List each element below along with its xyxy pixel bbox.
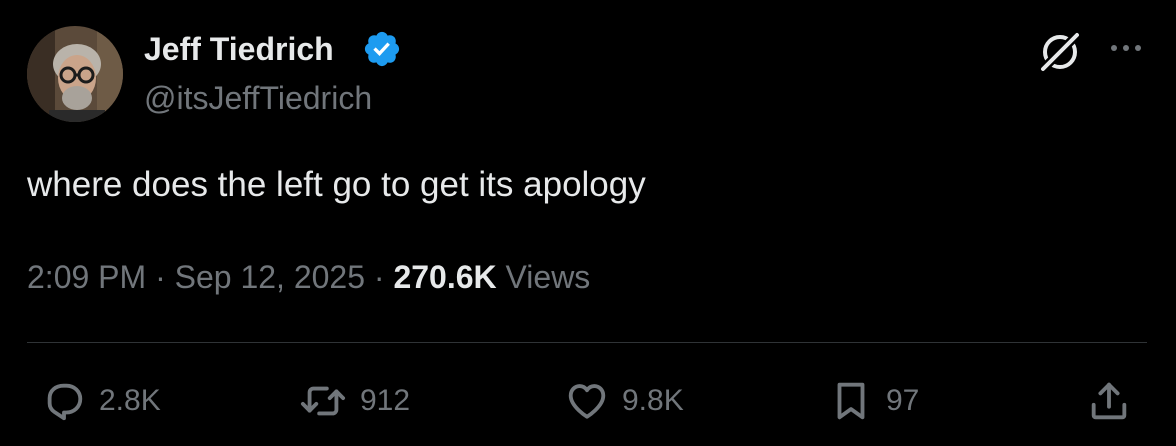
like-button[interactable]: 9.8K [564,378,684,424]
bookmark-button[interactable]: 97 [828,378,919,424]
meta-separator: · [155,259,166,295]
avatar[interactable] [27,26,123,122]
bookmark-icon [837,382,865,420]
reply-count: 2.8K [99,384,161,417]
views-count[interactable]: 270.6K [393,259,496,295]
reply-icon [47,383,83,421]
tweet-time[interactable]: 2:09 PM [27,259,146,295]
author-handle[interactable]: @itsJeffTiedrich [144,79,372,117]
verified-badge-icon[interactable] [362,29,402,69]
share-icon [1091,382,1127,420]
bookmark-count: 97 [886,384,920,417]
repost-count: 912 [360,384,411,417]
views-label[interactable]: Views [506,259,591,295]
tweet-meta: 2:09 PM · Sep 12, 2025 · 270.6K Views [27,257,590,297]
like-count: 9.8K [622,384,684,417]
grok-icon[interactable] [1037,29,1083,75]
heart-icon [568,384,606,419]
tweet-text: where does the left go to get its apolog… [27,165,646,204]
avatar-photo-icon [27,26,123,122]
repost-button[interactable]: 912 [298,378,410,424]
more-icon[interactable] [1106,36,1146,60]
repost-icon [300,386,346,416]
tweet-date[interactable]: Sep 12, 2025 [175,259,365,295]
share-button[interactable] [1086,378,1132,424]
reply-button[interactable]: 2.8K [41,378,161,424]
divider [27,342,1147,343]
author-name[interactable]: Jeff Tiedrich [144,30,334,68]
meta-separator: · [373,259,385,295]
